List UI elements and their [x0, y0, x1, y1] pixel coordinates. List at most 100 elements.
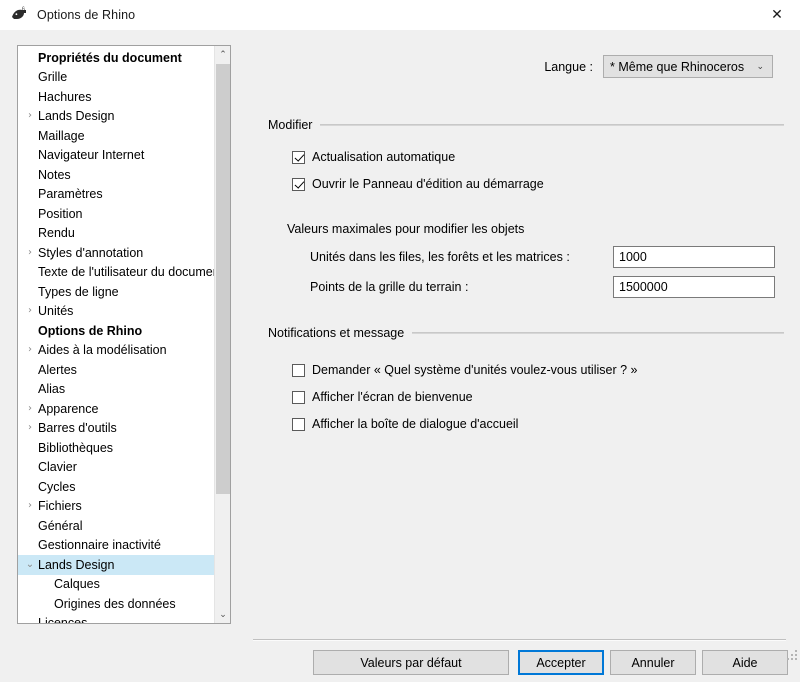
tree-item-origines-des-donn-es[interactable]: Origines des données — [18, 594, 214, 614]
resize-grip[interactable] — [785, 648, 797, 660]
tree-item-lands-design[interactable]: ›Lands Design — [18, 107, 214, 127]
tree-item-label: Grille — [38, 70, 67, 84]
tree-item-alertes[interactable]: Alertes — [18, 360, 214, 380]
accept-button[interactable]: Accepter — [518, 650, 604, 675]
tree-item-param-tres[interactable]: Paramètres — [18, 185, 214, 205]
checkbox-auto-update[interactable]: Actualisation automatique — [292, 148, 784, 166]
tree-item-propri-t-s-du-document[interactable]: Propriétés du document — [18, 48, 214, 68]
tree-item-label: Général — [38, 519, 82, 533]
tree-item-rendu[interactable]: Rendu — [18, 224, 214, 244]
tree-item-label: Aides à la modélisation — [38, 343, 167, 357]
defaults-button[interactable]: Valeurs par défaut — [313, 650, 509, 675]
tree-item-g-n-ral[interactable]: Général — [18, 516, 214, 536]
footer-buttons: Valeurs par défaut Accepter Annuler Aide — [0, 650, 800, 682]
tree-item-label: Navigateur Internet — [38, 148, 144, 162]
modify-group: Modifier Actualisation automatique Ouvri… — [268, 118, 784, 298]
scroll-down-icon[interactable]: ⌄ — [215, 606, 231, 623]
checkbox-show-welcome-dialog[interactable]: Afficher la boîte de dialogue d'accueil — [292, 415, 784, 433]
tree-item-label: Position — [38, 207, 82, 221]
rhino-icon: 6 — [11, 6, 29, 24]
field-row-terrain-points: Points de la grille du terrain : — [310, 276, 784, 298]
tree-item-unit-s[interactable]: ›Unités — [18, 302, 214, 322]
tree-scrollbar[interactable]: ⌃ ⌄ — [214, 46, 230, 623]
tree-item-label: Barres d'outils — [38, 421, 117, 435]
window-title: Options de Rhino — [37, 8, 135, 22]
tree-item-label: Origines des données — [54, 597, 176, 611]
tree-item-gestionnaire-inactivit[interactable]: Gestionnaire inactivité — [18, 536, 214, 556]
cancel-button[interactable]: Annuler — [610, 650, 696, 675]
chevron-right-icon[interactable]: › — [22, 423, 38, 433]
checkbox-show-splash-screen[interactable]: Afficher l'écran de bienvenue — [292, 388, 784, 406]
scrollbar-thumb[interactable] — [216, 64, 230, 494]
tree-item-styles-d-annotation[interactable]: ›Styles d'annotation — [18, 243, 214, 263]
checkbox-icon[interactable] — [292, 391, 305, 404]
chevron-right-icon[interactable]: › — [22, 404, 38, 414]
checkbox-icon[interactable] — [292, 151, 305, 164]
scroll-up-icon[interactable]: ⌃ — [215, 46, 231, 63]
tree-item-fichiers[interactable]: ›Fichiers — [18, 497, 214, 517]
language-select[interactable]: * Même que Rhinoceros ⌄ — [603, 55, 773, 78]
checkbox-icon[interactable] — [292, 418, 305, 431]
tree-item-licences[interactable]: Licences — [18, 614, 214, 625]
checkbox-open-edit-panel[interactable]: Ouvrir le Panneau d'édition au démarrage — [292, 175, 784, 193]
units-input[interactable] — [613, 246, 775, 268]
tree-item-label: Types de ligne — [38, 285, 119, 299]
options-tree-panel[interactable]: Propriétés du documentGrilleHachures›Lan… — [17, 45, 231, 624]
notifications-group-header: Notifications et message — [268, 326, 784, 340]
terrain-points-input[interactable] — [613, 276, 775, 298]
notifications-group: Notifications et message Demander « Quel… — [268, 326, 784, 433]
tree-item-label: Licences — [38, 616, 87, 624]
checkbox-icon[interactable] — [292, 178, 305, 191]
group-divider — [320, 124, 784, 126]
checkbox-ask-unit-system[interactable]: Demander « Quel système d'unités voulez-… — [292, 361, 784, 379]
tree-item-label: Lands Design — [38, 558, 114, 572]
tree-item-texte-de-l-utilisateur-du-document[interactable]: Texte de l'utilisateur du document — [18, 263, 214, 283]
chevron-right-icon[interactable]: › — [22, 111, 38, 121]
chevron-down-icon[interactable]: ⌄ — [22, 560, 38, 570]
tree-item-alias[interactable]: Alias — [18, 380, 214, 400]
footer-divider — [253, 639, 786, 641]
tree-item-label: Paramètres — [38, 187, 103, 201]
svg-text:6: 6 — [22, 7, 25, 13]
settings-content: Langue : * Même que Rhinoceros ⌄ Modifie… — [243, 30, 800, 610]
tree-item-label: Styles d'annotation — [38, 246, 143, 260]
chevron-right-icon[interactable]: › — [22, 306, 38, 316]
help-button[interactable]: Aide — [702, 650, 788, 675]
tree-item-label: Bibliothèques — [38, 441, 113, 455]
tree-item-aides-la-mod-lisation[interactable]: ›Aides à la modélisation — [18, 341, 214, 361]
tree-item-position[interactable]: Position — [18, 204, 214, 224]
tree-item-maillage[interactable]: Maillage — [18, 126, 214, 146]
language-row: Langue : * Même que Rhinoceros ⌄ — [544, 55, 773, 78]
tree-item-lands-design[interactable]: ⌄Lands Design — [18, 555, 214, 575]
modify-group-title: Modifier — [268, 118, 320, 132]
tree-item-clavier[interactable]: Clavier — [18, 458, 214, 478]
tree-item-grille[interactable]: Grille — [18, 68, 214, 88]
tree-item-label: Fichiers — [38, 499, 82, 513]
tree-item-options-de-rhino[interactable]: Options de Rhino — [18, 321, 214, 341]
field-label: Unités dans les files, les forêts et les… — [310, 250, 570, 264]
tree-item-cycles[interactable]: Cycles — [18, 477, 214, 497]
chevron-right-icon[interactable]: › — [22, 248, 38, 258]
close-icon[interactable]: ✕ — [754, 0, 800, 30]
tree-item-biblioth-ques[interactable]: Bibliothèques — [18, 438, 214, 458]
tree-item-label: Propriétés du document — [38, 51, 182, 65]
tree-item-navigateur-internet[interactable]: Navigateur Internet — [18, 146, 214, 166]
tree-item-barres-d-outils[interactable]: ›Barres d'outils — [18, 419, 214, 439]
tree-item-label: Alias — [38, 382, 65, 396]
checkbox-icon[interactable] — [292, 364, 305, 377]
tree-item-calques[interactable]: Calques — [18, 575, 214, 595]
tree-item-types-de-ligne[interactable]: Types de ligne — [18, 282, 214, 302]
options-tree-list[interactable]: Propriétés du documentGrilleHachures›Lan… — [18, 48, 214, 624]
tree-item-apparence[interactable]: ›Apparence — [18, 399, 214, 419]
chevron-right-icon[interactable]: › — [22, 345, 38, 355]
notifications-group-title: Notifications et message — [268, 326, 412, 340]
tree-item-label: Gestionnaire inactivité — [38, 538, 161, 552]
field-label: Points de la grille du terrain : — [310, 280, 468, 294]
tree-item-label: Unités — [38, 304, 73, 318]
group-divider — [412, 332, 784, 334]
chevron-right-icon[interactable]: › — [22, 501, 38, 511]
tree-item-hachures[interactable]: Hachures — [18, 87, 214, 107]
tree-item-notes[interactable]: Notes — [18, 165, 214, 185]
dialog-body: Propriétés du documentGrilleHachures›Lan… — [0, 30, 800, 662]
modify-group-header: Modifier — [268, 118, 784, 132]
